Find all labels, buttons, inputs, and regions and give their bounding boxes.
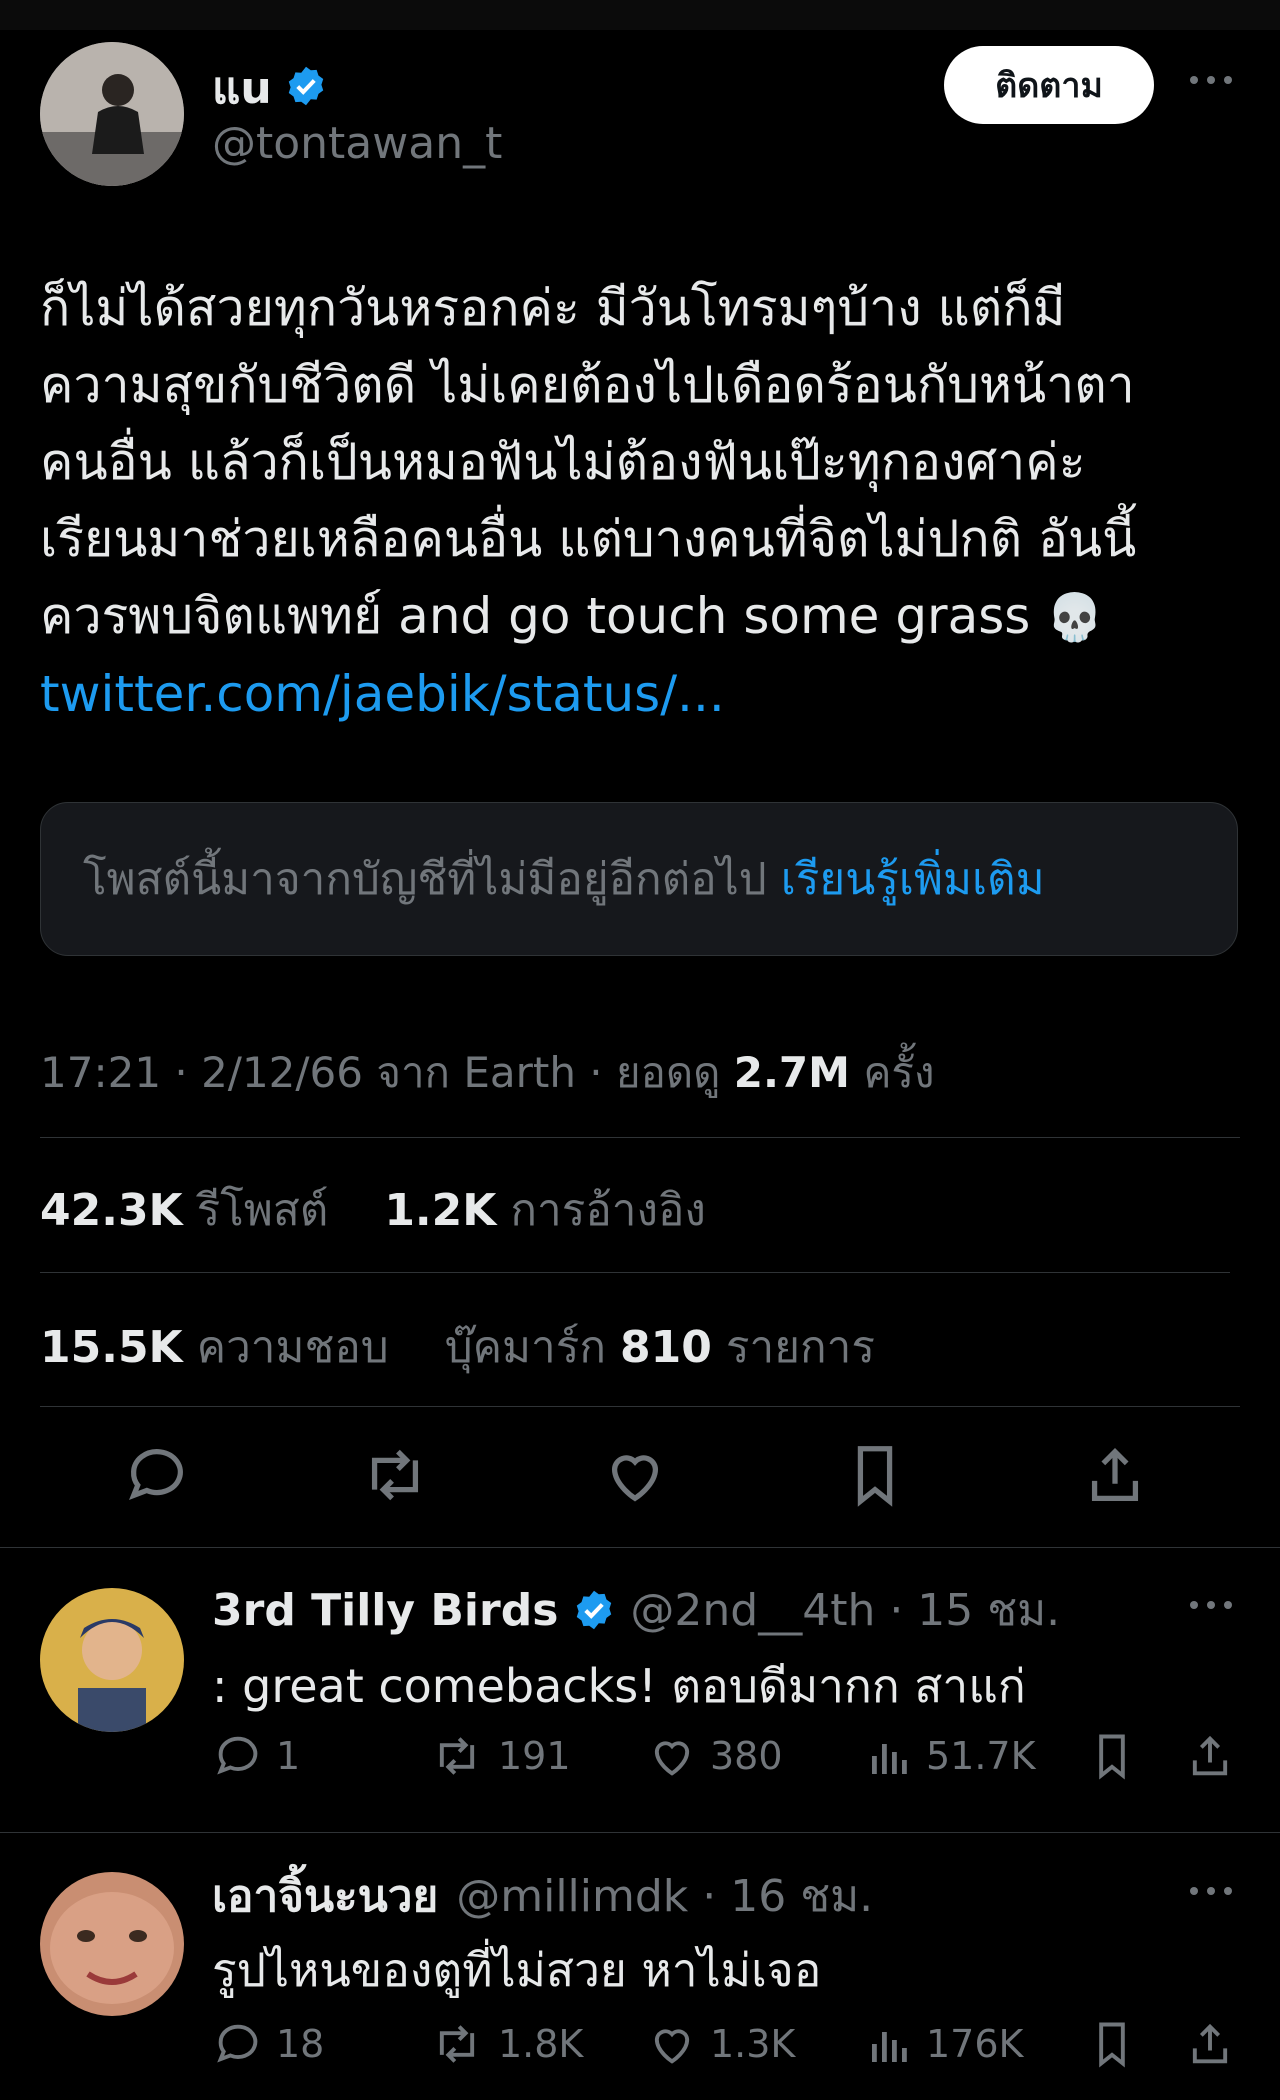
reply-avatar[interactable] — [40, 1872, 184, 2016]
reply-count: 1 — [276, 1734, 301, 1778]
reply-avatar[interactable] — [40, 1588, 184, 1732]
repost-count[interactable]: 42.3K — [40, 1185, 183, 1236]
more-options-icon[interactable] — [1186, 1590, 1236, 1625]
views-action[interactable]: 51.7K — [866, 1730, 1036, 1782]
tweet-line: เรียนมาช่วยเหลือคนอื่น แต่บางคนที่จิตไม่… — [40, 510, 1137, 568]
share-icon[interactable] — [1184, 1730, 1248, 1782]
like-count: 380 — [710, 1734, 783, 1778]
share-icon[interactable] — [1080, 1440, 1150, 1510]
views-icon — [872, 2032, 907, 2062]
like-icon — [654, 2029, 690, 2064]
deleted-account-notice: โพสต์นี้มาจากบัญชีที่ไม่มีอยู่อีกต่อไป เ… — [40, 802, 1238, 956]
bookmark-icon[interactable] — [1086, 2018, 1150, 2070]
repost-icon[interactable] — [360, 1440, 430, 1510]
more-options-icon[interactable] — [1186, 60, 1236, 105]
reply-handle-time[interactable]: @2nd__4th · 15 ชม. — [630, 1575, 1060, 1645]
like-icon[interactable] — [600, 1440, 670, 1510]
author-name[interactable]: แu — [212, 53, 272, 123]
quote-label[interactable]: การอ้างอิง — [510, 1185, 706, 1236]
reply-icon[interactable] — [122, 1440, 192, 1510]
share-icon[interactable] — [1184, 2018, 1248, 2070]
repost-icon — [439, 2025, 475, 2063]
divider — [40, 1137, 1240, 1138]
tweet-body: ก็ไม่ได้สวยทุกวันหรอกค่ะ มีวันโทรมๆบ้าง … — [40, 270, 1240, 733]
divider — [40, 1272, 1230, 1273]
reply-author-name[interactable]: 3rd Tilly Birds — [212, 1585, 558, 1636]
view-suffix: ครั้ง — [863, 1048, 935, 1097]
repost-icon — [439, 1737, 475, 1775]
tweet-line-last: ควรพบจิตแพทย์ and go touch some grass 💀 — [40, 578, 1240, 656]
reply-icon — [217, 2024, 258, 2063]
repost-count: 1.8K — [498, 2022, 584, 2066]
reply-author-name[interactable]: เอาจิ้นะนวย — [212, 1861, 438, 1931]
tweet-link[interactable]: twitter.com/jaebik/status/... — [40, 656, 1240, 733]
view-count: 176K — [926, 2022, 1024, 2066]
like-label[interactable]: ความชอบ — [197, 1322, 389, 1373]
reply-action[interactable]: 18 — [212, 2018, 324, 2070]
like-action[interactable]: 380 — [646, 1730, 783, 1782]
bookmark-label: รายการ — [725, 1322, 876, 1373]
notice-text: โพสต์นี้มาจากบัญชีที่ไม่มีอยู่อีกต่อไป — [83, 854, 767, 905]
repost-quote-stats: 42.3K รีโพสต์ 1.2K การอ้างอิง — [40, 1175, 706, 1245]
tweet-line: ก็ไม่ได้สวยทุกวันหรอกค่ะ มีวันโทรมๆบ้าง … — [40, 279, 1066, 337]
reply-handle-time[interactable]: @millimdk · 16 ชม. — [456, 1861, 873, 1931]
like-bookmark-stats: 15.5K ความชอบ บุ๊คมาร์ก 810 รายการ — [40, 1312, 875, 1382]
tweet-line: ความสุขกับชีวิตดี ไม่เคยต้องไปเดือดร้อนก… — [40, 356, 1135, 414]
bookmark-count[interactable]: 810 — [620, 1322, 712, 1373]
repost-label[interactable]: รีโพสต์ — [197, 1185, 329, 1236]
divider — [0, 1832, 1280, 1833]
view-count: 51.7K — [926, 1734, 1036, 1778]
like-action[interactable]: 1.3K — [646, 2018, 795, 2070]
bookmark-icon[interactable] — [1086, 1730, 1150, 1782]
reply-text: : great comebacks! ตอบดีมากก สาแก่ — [212, 1659, 1026, 1713]
author-avatar[interactable] — [40, 42, 184, 186]
quote-count[interactable]: 1.2K — [384, 1185, 496, 1236]
learn-more-link[interactable]: เรียนรู้เพิ่มเติม — [781, 844, 1045, 914]
bookmark-icon[interactable] — [840, 1440, 910, 1510]
reply-header: 3rd Tilly Birds @2nd__4th · 15 ชม. — [212, 1580, 1060, 1640]
more-options-icon[interactable] — [1186, 1876, 1236, 1911]
reply-header: เอาจิ้นะนวย @millimdk · 16 ชม. — [212, 1866, 873, 1926]
author-name-row[interactable]: แu — [212, 58, 328, 118]
skull-emoji: 💀 — [1046, 590, 1104, 644]
tweet-meta: 17:21 · 2/12/66 จาก Earth · ยอดดู 2.7M ค… — [40, 1040, 934, 1106]
reply-count: 18 — [276, 2022, 325, 2066]
tweet-line: คนอื่น แล้วก็เป็นหมอฟันไม่ต้องฟันเป๊ะทุก… — [40, 433, 1086, 491]
like-count[interactable]: 15.5K — [40, 1322, 183, 1373]
tweet-line: ควรพบจิตแพทย์ and go touch some grass — [40, 587, 1031, 645]
timestamp-source: 17:21 · 2/12/66 จาก Earth · ยอดดู — [40, 1048, 721, 1097]
verified-badge-icon — [284, 64, 328, 113]
like-icon — [654, 1741, 690, 1776]
repost-action[interactable]: 191 — [428, 1730, 571, 1782]
view-count[interactable]: 2.7M — [734, 1048, 850, 1097]
like-count: 1.3K — [710, 2022, 796, 2066]
reply-action[interactable]: 1 — [212, 1730, 300, 1782]
author-handle[interactable]: @tontawan_t — [212, 118, 502, 169]
status-bar — [0, 0, 1280, 30]
repost-action[interactable]: 1.8K — [428, 2018, 583, 2070]
reply-text: รูปไหนของตูที่ไม่สวย หาไม่เจอ — [212, 1943, 822, 1997]
divider — [0, 1547, 1280, 1548]
follow-button[interactable]: ติดตาม — [944, 46, 1154, 124]
bookmark-prefix: บุ๊คมาร์ก — [444, 1322, 607, 1373]
divider — [40, 1406, 1240, 1407]
verified-badge-icon — [572, 1588, 616, 1632]
repost-count: 191 — [498, 1734, 571, 1778]
reply-icon — [217, 1736, 258, 1775]
views-icon — [872, 1744, 907, 1774]
views-action[interactable]: 176K — [866, 2018, 1023, 2070]
